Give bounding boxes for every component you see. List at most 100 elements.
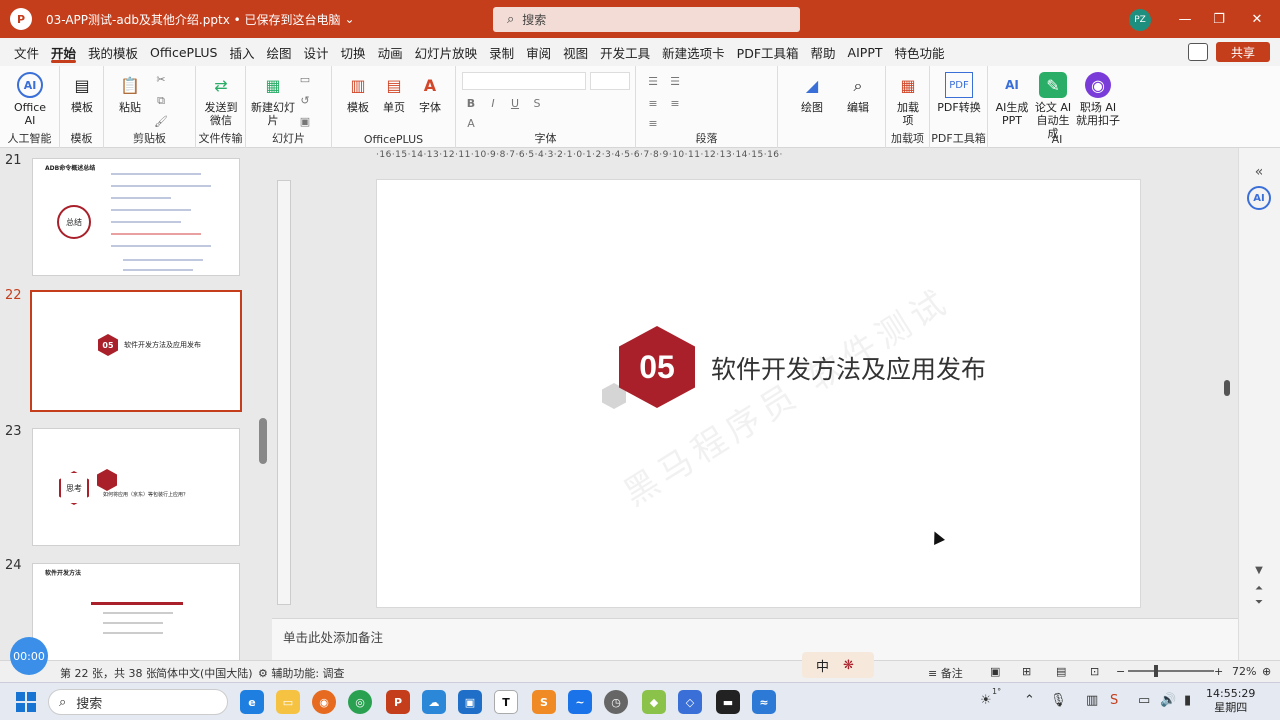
notes-button[interactable]: ≡ 备注 — [928, 665, 963, 681]
sublime-icon[interactable]: S — [532, 690, 556, 714]
tab-pdf-tools[interactable]: PDF工具箱 — [731, 38, 805, 66]
job-ai-button[interactable]: ◉ 职场 AI 就用扣子 — [1076, 72, 1120, 127]
underline-icon[interactable]: U — [508, 96, 522, 110]
user-avatar[interactable]: PZ — [1129, 9, 1151, 31]
slide-thumbnail-22[interactable]: 05 软件开发方法及应用发布 — [30, 290, 242, 412]
paste-button[interactable]: 📋 粘贴 — [110, 72, 150, 114]
addin-button[interactable]: ▦ 加载项 — [892, 72, 924, 127]
section-number-badge[interactable]: 05 — [619, 326, 695, 408]
lanhu-icon[interactable]: ~ — [568, 690, 592, 714]
zoom-level[interactable]: 72% — [1232, 665, 1256, 678]
slide-thumbnail-24[interactable]: 软件开发方法 — [32, 563, 240, 660]
officeplus-template-button[interactable]: ▥ 模板 — [342, 72, 374, 114]
zoom-in-icon[interactable]: + — [1214, 665, 1223, 678]
tab-animations[interactable]: 动画 — [372, 38, 409, 66]
start-button[interactable] — [16, 692, 36, 712]
reading-view-icon[interactable]: ▤ — [1056, 665, 1066, 678]
normal-view-icon[interactable]: ▣ — [990, 665, 1000, 678]
weather-icon[interactable]: ☀ — [980, 693, 992, 708]
terminal-icon[interactable]: ▬ — [716, 690, 740, 714]
tray-app-icon[interactable]: ▥ — [1086, 693, 1098, 708]
align-justify-icon[interactable]: ≡ — [646, 116, 660, 130]
bold-icon[interactable]: B — [464, 96, 478, 110]
network-icon[interactable]: ▭ — [1138, 693, 1150, 708]
italic-icon[interactable]: I — [486, 96, 500, 110]
tab-view[interactable]: 视图 — [557, 38, 594, 66]
typora-icon[interactable]: T — [494, 690, 518, 714]
battery-icon[interactable]: ▮ — [1184, 693, 1191, 708]
copy-icon[interactable]: ⧉ — [154, 94, 168, 108]
tab-help[interactable]: 帮助 — [805, 38, 842, 66]
font-style-button[interactable]: A 字体 — [414, 72, 446, 114]
edge-icon[interactable]: e — [240, 690, 264, 714]
microphone-icon[interactable]: 🎙 — [1050, 693, 1067, 708]
align-left-icon[interactable]: ≡ — [646, 96, 660, 110]
accessibility-indicator[interactable]: ⚙ 辅助功能: 调查 — [258, 665, 345, 681]
paper-ai-button[interactable]: ✎ 论文 AI 自动生成 — [1032, 72, 1074, 140]
thumbnails-scrollbar[interactable] — [259, 418, 267, 464]
single-page-button[interactable]: ▤ 单页 — [378, 72, 410, 114]
tab-file[interactable]: 文件 — [8, 38, 45, 66]
sogou-icon[interactable]: S — [1110, 693, 1118, 708]
app-icon-wave[interactable]: ≈ — [752, 690, 776, 714]
zoom-slider-knob[interactable] — [1154, 665, 1158, 677]
send-to-wechat-button[interactable]: ⇄ 发送到微信 — [200, 72, 242, 127]
app-icon-green[interactable]: ◆ — [642, 690, 666, 714]
search-input[interactable]: ⌕ 搜索 — [493, 7, 800, 32]
section-icon[interactable]: ▣ — [298, 114, 312, 128]
tab-review[interactable]: 审阅 — [520, 38, 557, 66]
taskbar-search[interactable]: ⌕ 搜索 — [48, 689, 228, 715]
editor-scrollbar[interactable] — [1224, 380, 1230, 396]
slide-thumbnail-23[interactable]: 思考 如何将应用（京东）等包装行上应用？ — [32, 428, 240, 546]
app-icon-diamond[interactable]: ◇ — [678, 690, 702, 714]
align-center-icon[interactable]: ≡ — [668, 96, 682, 110]
maximize-button[interactable]: ❐ — [1202, 0, 1236, 38]
new-slide-button[interactable]: ▦ 新建幻灯片 — [250, 72, 296, 127]
minimize-button[interactable]: — — [1168, 0, 1202, 38]
tab-my-templates[interactable]: 我的模板 — [82, 38, 144, 66]
zoom-out-icon[interactable]: − — [1116, 665, 1125, 678]
tab-new-tab[interactable]: 新建选项卡 — [656, 38, 731, 66]
tab-officeplus[interactable]: OfficePLUS — [144, 38, 223, 66]
edit-button[interactable]: ⌕ 编辑 — [842, 72, 874, 114]
slideshow-icon[interactable]: ⊡ — [1090, 665, 1099, 678]
volume-icon[interactable]: 🔊 — [1160, 693, 1176, 708]
tab-draw[interactable]: 绘图 — [261, 38, 298, 66]
ime-toolbar[interactable]: 中 ❋ — [802, 652, 874, 678]
strikethrough-icon[interactable]: S — [530, 96, 544, 110]
ai-generate-ppt-button[interactable]: AI AI生成PPT — [992, 72, 1032, 127]
recording-timer[interactable]: 00:00 — [10, 637, 48, 675]
chat-app-icon[interactable]: ▣ — [458, 690, 482, 714]
zoom-slider[interactable] — [1128, 670, 1214, 672]
clock-app-icon[interactable]: ◷ — [604, 690, 628, 714]
slide-heading[interactable]: 软件开发方法及应用发布 — [711, 350, 986, 386]
share-button[interactable]: 共享 — [1216, 42, 1270, 62]
tab-insert[interactable]: 插入 — [224, 38, 261, 66]
office-ai-button[interactable]: AI Office AI — [8, 72, 52, 127]
file-explorer-icon[interactable]: ▭ — [276, 690, 300, 714]
tab-features[interactable]: 特色功能 — [889, 38, 951, 66]
notes-pane[interactable]: 单击此处添加备注 — [272, 618, 1238, 660]
tab-developer[interactable]: 开发工具 — [594, 38, 656, 66]
font-color-icon[interactable]: A — [464, 116, 478, 130]
numbering-icon[interactable]: ☰ — [668, 74, 682, 88]
tab-aippt[interactable]: AIPPT — [842, 38, 889, 66]
tab-home[interactable]: 开始 — [45, 38, 82, 66]
document-title[interactable]: 03-APP测试-adb及其他介绍.pptx • 已保存到这台电脑 ⌄ — [46, 11, 355, 28]
system-clock[interactable]: 14:55:29 星期四 — [1206, 687, 1255, 715]
font-name-select[interactable] — [462, 72, 586, 90]
reset-icon[interactable]: ↺ — [298, 93, 312, 107]
app-icon-blue[interactable]: ☁ — [422, 690, 446, 714]
tab-design[interactable]: 设计 — [298, 38, 335, 66]
close-button[interactable]: ✕ — [1240, 0, 1274, 38]
next-slide-icon[interactable]: ⏷ — [1247, 590, 1271, 614]
current-slide[interactable]: 黑马程序员 软件测试 05 软件开发方法及应用发布 — [376, 179, 1141, 608]
draw-button[interactable]: ◢ 绘图 — [796, 72, 828, 114]
chrome-icon[interactable]: ◎ — [348, 690, 372, 714]
tab-transitions[interactable]: 切换 — [335, 38, 372, 66]
slide-sorter-icon[interactable]: ⊞ — [1022, 665, 1031, 678]
template-button[interactable]: ▤ 模板 — [66, 72, 98, 114]
layout-icon[interactable]: ▭ — [298, 72, 312, 86]
bullets-icon[interactable]: ☰ — [646, 74, 660, 88]
language-indicator[interactable]: 简体中文(中国大陆) — [156, 665, 253, 681]
